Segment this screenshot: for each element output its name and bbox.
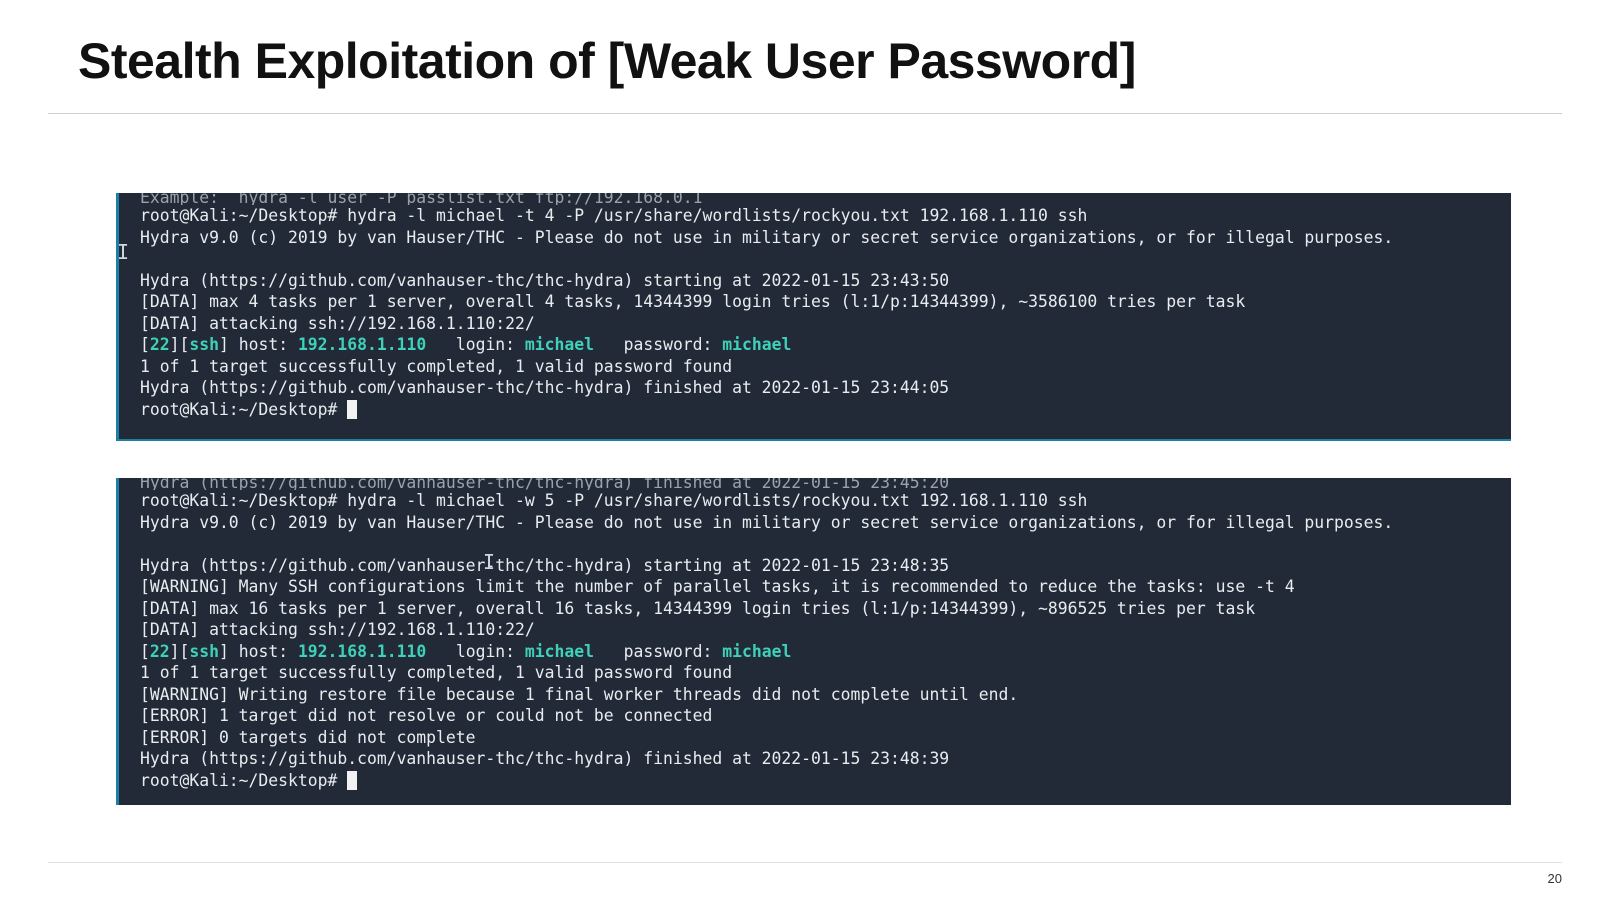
terminal-line: 1 of 1 target successfully completed, 1 … <box>140 356 733 376</box>
found-password: michael <box>722 641 792 661</box>
terminal-screenshot-hydra-t4: Example: hydra -l user -P passlist.txt f… <box>116 193 1511 441</box>
terminal-cut-line: Example: hydra -l user -P passlist.txt f… <box>140 193 703 205</box>
terminal-line: root@Kali:~/Desktop# hydra -l michael -t… <box>140 206 1088 225</box>
terminal-line: root@Kali:~/Desktop# hydra -l michael -w… <box>140 491 1088 510</box>
terminal-line: Hydra v9.0 (c) 2019 by van Hauser/THC - … <box>140 512 1394 532</box>
found-host-label: host: <box>228 641 298 661</box>
found-b2: ][ <box>169 335 190 354</box>
terminal-line: Hydra (https://github.com/vanhauser-thc/… <box>140 270 950 290</box>
terminal-cut-line: Hydra (https://github.com/vanhauser-thc/… <box>140 478 950 490</box>
terminal-line: [DATA] attacking ssh://192.168.1.110:22/ <box>140 313 535 333</box>
found-service: ssh <box>189 335 219 354</box>
found-b3: ] <box>218 641 229 661</box>
terminal-found-line: [22][ssh] host: 192.168.1.110 login: mic… <box>140 334 1511 356</box>
terminal-found-line: [22][ssh] host: 192.168.1.110 login: mic… <box>140 641 1511 663</box>
found-port: 22 <box>149 641 170 661</box>
slide-title: Stealth Exploitation of [Weak User Passw… <box>78 33 1136 89</box>
terminal-line: Hydra (https://github.com/vanhauser-thc/… <box>140 749 950 768</box>
text-cursor-icon: I <box>117 240 130 264</box>
terminal-line: Hydra (https://github.com/vanhauser-thc/… <box>140 555 950 575</box>
terminal-screenshot-hydra-w5: Hydra (https://github.com/vanhauser-thc/… <box>116 478 1511 805</box>
terminal-prompt-line: root@Kali:~/Desktop# <box>140 770 1511 792</box>
found-host-label: host: <box>228 335 298 354</box>
page-number: 20 <box>1547 871 1562 886</box>
footer-divider <box>48 862 1562 863</box>
title-divider <box>48 113 1562 114</box>
terminal-line: Hydra (https://github.com/vanhauser-thc/… <box>140 378 950 397</box>
terminal-line: [DATA] max 4 tasks per 1 server, overall… <box>140 292 1246 311</box>
terminal-line: [ERROR] 1 target did not resolve or coul… <box>140 706 713 725</box>
prompt-text: root@Kali:~/Desktop# <box>140 770 348 790</box>
terminal-line: [DATA] attacking ssh://192.168.1.110:22/ <box>140 620 535 639</box>
found-b1: [ <box>140 335 150 354</box>
prompt-text: root@Kali:~/Desktop# <box>140 399 348 419</box>
terminal-block-cursor <box>347 770 358 790</box>
terminal-prompt-line: root@Kali:~/Desktop# <box>140 399 1511 421</box>
found-login-label: login: <box>426 641 525 661</box>
text-cursor-icon: I <box>483 550 496 574</box>
terminal-line: 1 of 1 target successfully completed, 1 … <box>140 663 733 682</box>
found-host: 192.168.1.110 <box>297 335 427 354</box>
found-password-label: password: <box>594 641 723 661</box>
found-password: michael <box>722 335 792 354</box>
terminal-line: [ERROR] 0 targets did not complete <box>140 727 476 747</box>
found-password-label: password: <box>594 335 723 354</box>
found-service: ssh <box>189 641 219 661</box>
found-login: michael <box>524 335 594 354</box>
found-port: 22 <box>149 335 170 354</box>
found-login-label: login: <box>426 335 525 354</box>
terminal-line: Hydra v9.0 (c) 2019 by van Hauser/THC - … <box>140 227 1394 247</box>
found-host: 192.168.1.110 <box>297 641 427 661</box>
terminal-line: [WARNING] Many SSH configurations limit … <box>140 577 1295 596</box>
found-b1: [ <box>140 641 150 661</box>
found-login: michael <box>524 641 594 661</box>
found-b3: ] <box>218 335 229 354</box>
terminal-line: [DATA] max 16 tasks per 1 server, overal… <box>140 598 1256 618</box>
terminal-line: [WARNING] Writing restore file because 1… <box>140 684 1019 704</box>
terminal-block-cursor <box>347 399 358 419</box>
found-b2: ][ <box>169 641 190 661</box>
